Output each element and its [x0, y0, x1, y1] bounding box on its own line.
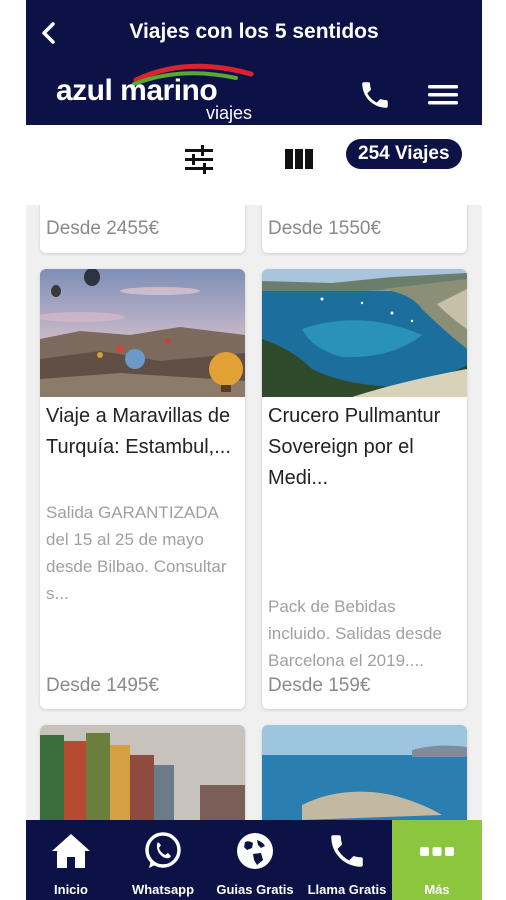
nav-item-inicio[interactable]: Inicio: [26, 820, 116, 900]
whatsapp-icon: [145, 832, 181, 868]
filter-button[interactable]: [183, 143, 215, 175]
bottom-navigation: Inicio Whatsapp Guias Gratis Llama Grati…: [26, 820, 482, 900]
app-header: Viajes con los 5 sentidos azul marino vi…: [26, 0, 482, 125]
app-frame: Viajes con los 5 sentidos azul marino vi…: [26, 0, 482, 900]
trip-description: Salida GARANTIZADA del 15 al 25 de mayo …: [46, 503, 227, 603]
trip-title: Viaje a Maravillas de Turquía: Estambul,…: [46, 405, 231, 458]
call-button[interactable]: [358, 78, 392, 112]
trip-card[interactable]: [262, 725, 467, 820]
phone-icon: [362, 82, 388, 108]
trip-image-coast: [262, 725, 467, 820]
menu-button[interactable]: [426, 80, 460, 110]
trip-card[interactable]: [40, 725, 245, 820]
more-icon: [420, 847, 454, 856]
trip-card[interactable]: Viaje a Maravillas de Turquía: Estambul,…: [40, 269, 245, 709]
trip-image-town: [40, 725, 245, 820]
nav-item-llama-gratis[interactable]: Llama Gratis: [302, 820, 392, 900]
trip-card[interactable]: Desde 1550€: [262, 205, 467, 253]
nav-item-guias-gratis[interactable]: Guias Gratis: [210, 820, 300, 900]
nav-item-whatsapp[interactable]: Whatsapp: [118, 820, 208, 900]
trip-card[interactable]: Desde 2455€: [40, 205, 245, 253]
nav-item-mas[interactable]: Más: [392, 820, 482, 900]
trip-list[interactable]: Desde 2455€ Desde 1550€ Viaje a Maravill…: [26, 205, 482, 820]
nav-label: Inicio: [54, 882, 88, 897]
home-icon: [52, 834, 90, 868]
trip-image-balloons: [40, 269, 245, 397]
trip-price: Desde 1495€: [46, 675, 160, 696]
columns-icon: [285, 149, 313, 169]
nav-label: Guias Gratis: [216, 882, 294, 897]
nav-label: Más: [424, 882, 450, 897]
trip-card[interactable]: Crucero Pullmantur Sovereign por el Medi…: [262, 269, 467, 709]
globe-icon: [237, 833, 273, 869]
trip-image-bay: [262, 269, 467, 397]
trip-description: Pack de Bebidas incluido. Salidas desde …: [268, 597, 442, 670]
list-toolbar: 254 Viajes: [26, 125, 482, 205]
logo-sub-text: viajes: [206, 103, 253, 123]
trip-title: Crucero Pullmantur Sovereign por el Medi…: [268, 405, 441, 489]
grid-view-button[interactable]: [284, 147, 314, 171]
nav-label: Whatsapp: [131, 882, 195, 897]
trip-count-badge: 254 Viajes: [346, 139, 462, 169]
trip-price: Desde 159€: [268, 675, 371, 696]
logo-main-text: azul marino: [56, 74, 218, 107]
page-title: Viajes con los 5 sentidos: [129, 20, 379, 43]
phone-icon: [331, 835, 363, 867]
trip-price: Desde 1550€: [268, 218, 382, 239]
nav-label: Llama Gratis: [307, 882, 387, 897]
trip-price: Desde 2455€: [46, 218, 160, 239]
sliders-icon: [185, 145, 213, 174]
brand-logo: azul marino viajes: [56, 58, 254, 124]
hamburger-menu-icon: [428, 85, 458, 105]
